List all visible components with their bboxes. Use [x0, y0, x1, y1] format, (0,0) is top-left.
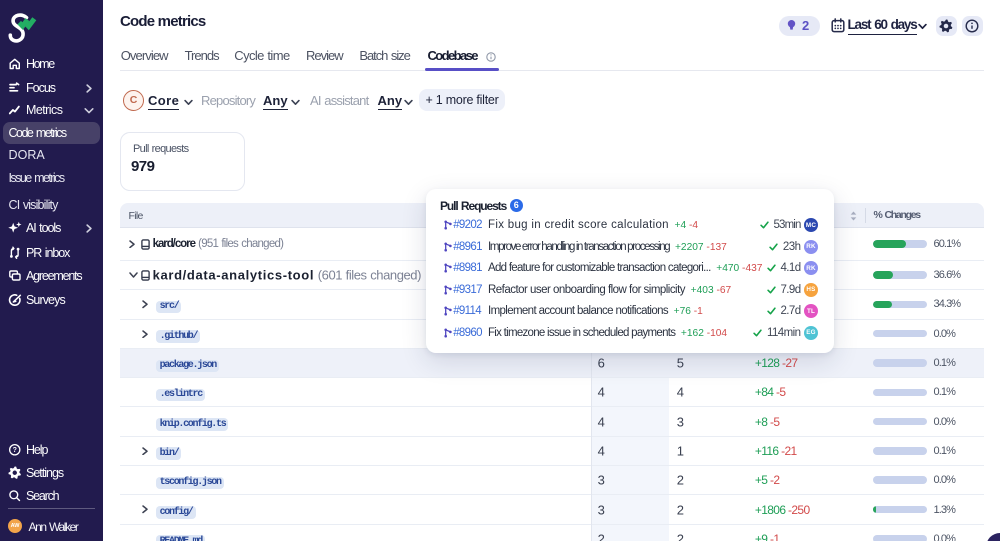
svg-text:?: ?: [13, 447, 17, 454]
